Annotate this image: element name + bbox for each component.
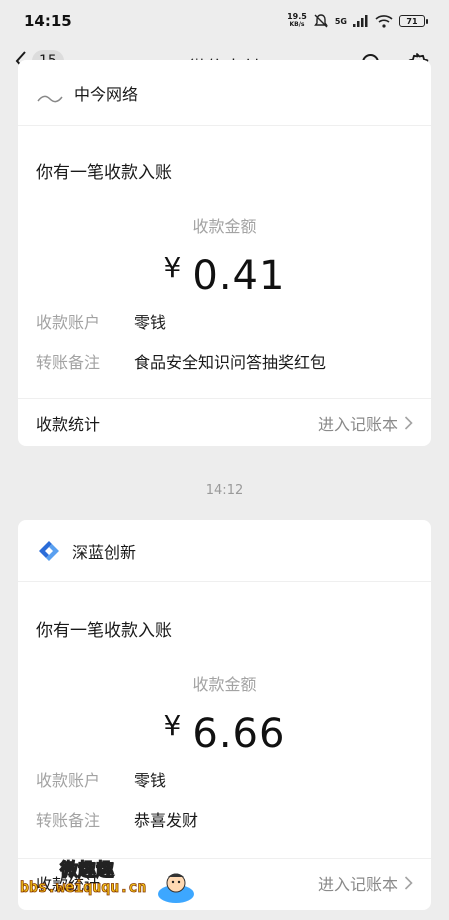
- account-key: 收款账户: [36, 771, 101, 790]
- account-value: 零钱: [134, 771, 167, 790]
- watermark: 微趣趣 bbs.weiququ.cn: [18, 848, 198, 908]
- amount-label: 收款金额: [192, 675, 257, 694]
- account-row: 收款账户 零钱: [18, 767, 431, 791]
- note-row: 转账备注 恭喜发财: [18, 807, 431, 831]
- note-key: 转账备注: [36, 811, 101, 830]
- open-ledger-label: 进入记账本: [317, 414, 398, 434]
- currency-symbol: ¥: [163, 251, 183, 284]
- note-value: 食品安全知识问答抽奖红包: [134, 353, 327, 372]
- open-ledger-label: 进入记账本: [317, 874, 398, 894]
- merchant-name: 中今网络: [74, 85, 139, 104]
- card-header: 中今网络: [18, 60, 431, 126]
- merchant-logo-icon: [37, 95, 63, 103]
- account-value: 零钱: [134, 313, 167, 332]
- card-header: 深蓝创新: [18, 520, 431, 582]
- open-ledger-link[interactable]: 进入记账本: [318, 411, 413, 435]
- amount-value: ¥0.41: [18, 251, 431, 299]
- card-footer[interactable]: 收款统计 进入记账本: [18, 398, 431, 446]
- account-row: 收款账户 零钱: [18, 309, 431, 333]
- footer-stats-label: 收款统计: [36, 414, 101, 434]
- status-icons: 19.5 KB/s 5G 71: [287, 13, 428, 29]
- note-value: 恭喜发财: [134, 811, 199, 830]
- mute-bell-icon: [313, 14, 328, 28]
- amount-number: 0.41: [192, 253, 286, 299]
- amount-label: 收款金额: [192, 217, 257, 236]
- chevron-right-icon: [404, 415, 413, 430]
- network-speed: 19.5 KB/s: [287, 13, 307, 29]
- net-speed-value: 19.5: [287, 12, 307, 21]
- watermark-line2: bbs.weiququ.cn: [20, 878, 147, 897]
- amount-number: 6.66: [192, 711, 286, 757]
- status-bar: 14:15 19.5 KB/s 5G 71: [0, 0, 449, 42]
- message-timestamp: 14:12: [205, 483, 244, 498]
- card-title: 你有一笔收款入账: [36, 163, 172, 183]
- battery-indicator: 71: [399, 15, 428, 27]
- note-row: 转账备注 食品安全知识问答抽奖红包: [18, 349, 431, 373]
- open-ledger-link[interactable]: 进入记账本: [318, 871, 413, 895]
- signal-icon: [353, 15, 368, 27]
- note-key: 转账备注: [36, 353, 101, 372]
- card-title: 你有一笔收款入账: [36, 621, 172, 641]
- status-time: 14:15: [24, 12, 72, 30]
- amount-value: ¥6.66: [18, 709, 431, 757]
- currency-symbol: ¥: [163, 709, 183, 742]
- chevron-right-icon: [404, 875, 413, 890]
- merchant-logo-icon: [39, 540, 59, 561]
- account-key: 收款账户: [36, 313, 101, 332]
- merchant-name: 深蓝创新: [72, 542, 137, 562]
- signal-label: 5G: [334, 16, 347, 26]
- payment-card[interactable]: 中今网络 你有一笔收款入账 收款金额 ¥0.41 收款账户 零钱 转账备注 食品…: [18, 60, 431, 446]
- wifi-icon: [375, 15, 393, 28]
- net-speed-unit: KB/s: [289, 21, 305, 28]
- watermark-mascot-icon: [158, 873, 194, 903]
